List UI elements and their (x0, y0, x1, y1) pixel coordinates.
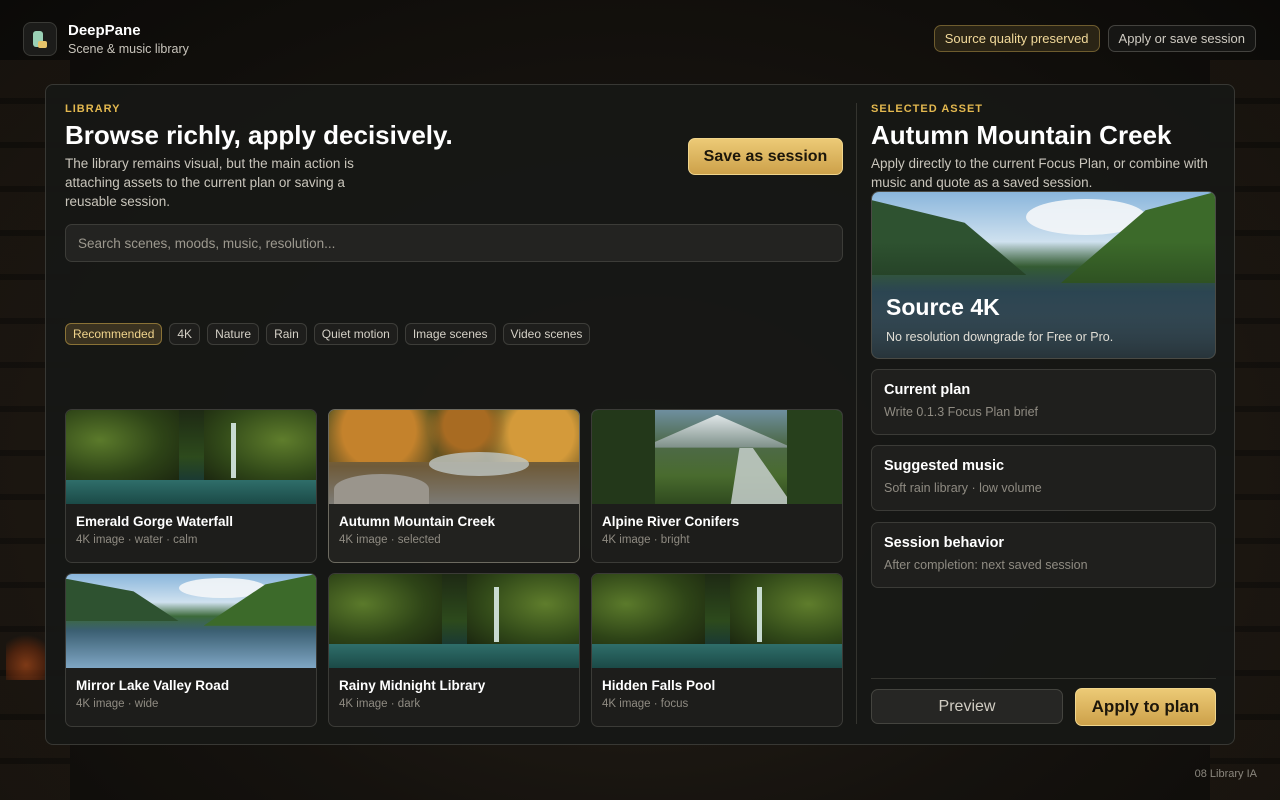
panel-divider (856, 103, 857, 724)
selected-description: Apply directly to the current Focus Plan… (871, 156, 1208, 190)
asset-card-autumn-creek[interactable]: Autumn Mountain Creek 4K image · selecte… (328, 409, 580, 563)
fireplace-glow (6, 630, 46, 680)
info-title: Suggested music (884, 458, 1005, 474)
preview-button[interactable]: Preview (871, 689, 1063, 724)
app-logo-icon (23, 22, 57, 56)
asset-card-mirror-lake[interactable]: Mirror Lake Valley Road 4K image · wide (65, 573, 317, 727)
asset-card-emerald-gorge[interactable]: Emerald Gorge Waterfall 4K image · water… (65, 409, 317, 563)
info-sub: After completion: next saved session (884, 558, 1088, 572)
filter-chip-image-scenes[interactable]: Image scenes (404, 323, 496, 345)
asset-thumbnail (66, 410, 316, 504)
filter-chip-video-scenes[interactable]: Video scenes (502, 323, 591, 345)
asset-title: Alpine River Conifers (602, 514, 740, 529)
asset-meta: 4K image · water · calm (76, 534, 198, 546)
app-subtitle: Scene & music library (68, 42, 189, 56)
asset-title: Mirror Lake Valley Road (76, 678, 230, 693)
asset-thumbnail (329, 410, 579, 504)
quality-badge[interactable]: Source quality preserved (933, 25, 1100, 52)
hero-resolution-note: No resolution downgrade for Free or Pro. (886, 330, 1114, 344)
asset-title: Autumn Mountain Creek (339, 514, 496, 529)
asset-card-rainy-library[interactable]: Rainy Midnight Library 4K image · dark (328, 573, 580, 727)
selected-title: Autumn Mountain Creek (871, 120, 1172, 150)
asset-meta: 4K image · focus (602, 698, 689, 710)
apply-or-save-button[interactable]: Apply or save session (1107, 25, 1256, 52)
asset-thumbnail (66, 574, 316, 668)
apply-to-plan-button[interactable]: Apply to plan (1075, 688, 1216, 726)
filter-chip-rain[interactable]: Rain (266, 323, 307, 345)
header-actions: Source quality preserved Apply or save s… (933, 25, 1256, 52)
session-behavior-card[interactable]: Session behavior After completion: next … (871, 522, 1216, 588)
filter-chips: Recommended 4K Nature Rain Quiet motion … (65, 323, 591, 345)
app-name: DeepPane (68, 22, 141, 39)
info-title: Session behavior (884, 535, 1005, 551)
library-description: The library remains visual, but the main… (65, 156, 354, 209)
selected-preview-image: Source 4K No resolution downgrade for Fr… (871, 191, 1216, 359)
current-plan-card[interactable]: Current plan Write 0.1.3 Focus Plan brie… (871, 369, 1216, 435)
save-as-session-button[interactable]: Save as session (688, 138, 843, 175)
library-panel: LIBRARY Browse richly, apply decisively.… (45, 84, 1235, 745)
suggested-music-card[interactable]: Suggested music Soft rain library · low … (871, 445, 1216, 511)
asset-thumbnail (329, 574, 579, 668)
library-title: Browse richly, apply decisively. (65, 120, 453, 150)
info-sub: Write 0.1.3 Focus Plan brief (884, 405, 1039, 419)
filter-chip-recommended[interactable]: Recommended (65, 323, 163, 345)
action-separator (871, 678, 1216, 679)
brand: DeepPane Scene & music library (23, 22, 189, 56)
asset-meta: 4K image · wide (76, 698, 159, 710)
asset-meta: 4K image · selected (339, 534, 441, 546)
filter-chip-quiet-motion[interactable]: Quiet motion (313, 323, 398, 345)
asset-meta: 4K image · bright (602, 534, 690, 546)
filter-chip-4k[interactable]: 4K (169, 323, 201, 345)
asset-grid: Emerald Gorge Waterfall 4K image · water… (65, 409, 843, 727)
info-title: Current plan (884, 382, 971, 398)
asset-card-alpine-river[interactable]: Alpine River Conifers 4K image · bright (591, 409, 843, 563)
hero-resolution-title: Source 4K (886, 294, 1000, 320)
asset-card-hidden-falls[interactable]: Hidden Falls Pool 4K image · focus (591, 573, 843, 727)
filter-chip-nature[interactable]: Nature (207, 323, 260, 345)
screen-label: 08 Library IA (1194, 768, 1257, 780)
asset-title: Hidden Falls Pool (602, 678, 716, 693)
search-input[interactable] (65, 224, 843, 262)
library-eyebrow: LIBRARY (65, 103, 121, 115)
selected-eyebrow: SELECTED ASSET (871, 103, 983, 115)
asset-title: Emerald Gorge Waterfall (76, 514, 234, 529)
asset-title: Rainy Midnight Library (339, 678, 486, 693)
info-sub: Soft rain library · low volume (884, 481, 1042, 495)
asset-meta: 4K image · dark (339, 698, 421, 710)
asset-thumbnail (592, 410, 842, 504)
asset-thumbnail (592, 574, 842, 668)
